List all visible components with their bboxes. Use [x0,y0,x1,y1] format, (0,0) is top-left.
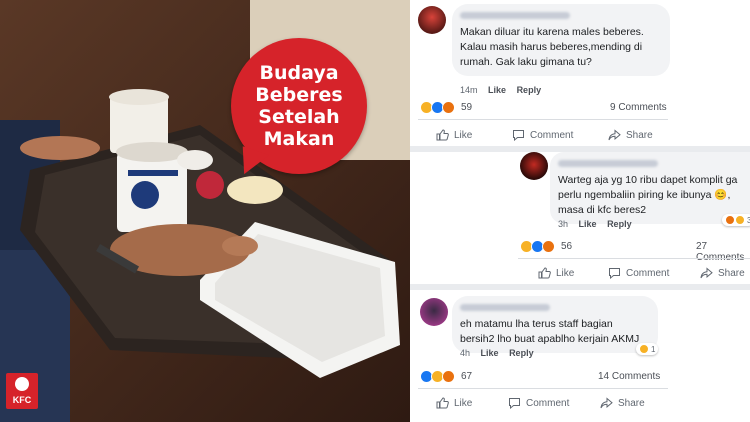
commenter-name-blurred [460,304,550,311]
title-line-1: Budaya [259,62,339,84]
like-button[interactable]: Like [538,267,608,279]
like-label: Like [454,129,473,141]
comment-card-1: Makan diluar itu karena males beberes. K… [410,0,750,148]
share-icon [608,129,621,141]
comment-card-3: eh matamu lha terus staff bagian bersih2… [410,290,750,422]
comment-bubble: Warteg aja yg 10 ribu dapet komplit ga p… [550,152,750,224]
like-label: Like [454,397,473,409]
action-bar: Like Comment Share [436,397,645,409]
avatar[interactable] [520,152,548,180]
comment-button[interactable]: Comment [608,267,700,279]
comment-time: 4h [460,348,471,358]
commenter-name-blurred [558,160,658,167]
share-label: Share [718,267,745,279]
comment-meta: 3h Like Reply [558,219,632,229]
title-line-3: Setelah [258,106,340,128]
angry-icon [725,215,735,225]
like-button[interactable]: Like [436,129,512,141]
angry-icon [442,101,455,114]
comment-meta: 14m Like Reply [460,85,541,95]
divider-line [518,258,750,259]
like-link[interactable]: Like [579,219,597,229]
avatar[interactable] [420,298,448,326]
divider-line [418,119,668,120]
comment-text: Warteg aja yg 10 ribu dapet komplit ga p… [558,174,738,216]
share-button[interactable]: Share [600,397,645,409]
commenter-name-blurred [460,12,570,19]
reply-link[interactable]: Reply [607,219,632,229]
title-line-4: Makan [263,128,335,150]
angry-icon [442,370,455,383]
share-label: Share [626,129,653,141]
comment-label: Comment [626,267,670,279]
reaction-count: 67 [461,371,473,382]
comment-icon [513,130,524,141]
avatar[interactable] [418,6,446,34]
like-label: Like [556,267,575,279]
comment-time: 14m [460,85,478,95]
comment-text: eh matamu lha terus staff bagian bersih2… [460,318,640,345]
comment-label: Comment [526,397,570,409]
action-bar: Like Comment Share [436,129,653,141]
share-button[interactable]: Share [700,267,745,279]
angry-icon [542,240,555,253]
kfc-logo-face [15,377,29,391]
reaction-summary[interactable]: 56 [520,240,572,253]
reply-link[interactable]: Reply [509,348,534,358]
comment-count[interactable]: 14 Comments [598,371,660,382]
comment-icon [609,268,620,279]
title-line-2: Beberes [255,84,343,106]
comment-button[interactable]: Comment [512,129,608,141]
like-button[interactable]: Like [436,397,508,409]
action-bar: Like Comment Share [538,267,745,279]
thumbs-up-icon [436,129,449,141]
comment-label: Comment [530,129,574,141]
like-link[interactable]: Like [481,348,499,358]
like-link[interactable]: Like [488,85,506,95]
share-icon [700,267,713,279]
reaction-badge[interactable]: 3 [722,214,750,226]
comment-count[interactable]: 9 Comments [610,102,667,113]
share-button[interactable]: Share [608,129,653,141]
comment-button[interactable]: Comment [508,397,600,409]
haha-icon [735,215,745,225]
share-icon [600,397,613,409]
comment-icon [509,398,520,409]
reaction-summary[interactable]: 59 [420,101,472,114]
comments-panel: Makan diluar itu karena males beberes. K… [410,0,750,422]
kfc-logo-text: KFC [12,395,32,405]
badge-count: 1 [651,344,656,354]
thumbs-up-icon [436,397,449,409]
reaction-count: 59 [461,102,473,113]
share-label: Share [618,397,645,409]
divider-line [418,388,668,389]
haha-icon [639,344,649,354]
comment-meta: 4h Like Reply [460,348,534,358]
meme-photo: Budaya Beberes Setelah Makan KFC [0,0,410,422]
reaction-badge[interactable]: 1 [636,343,659,355]
comment-bubble: Makan diluar itu karena males beberes. K… [452,4,670,76]
comment-card-2: Warteg aja yg 10 ribu dapet komplit ga p… [410,152,750,284]
comment-count[interactable]: 27 Comments [696,241,750,263]
meme-title: Budaya Beberes Setelah Makan [231,62,367,150]
thumbs-up-icon [538,267,551,279]
reply-link[interactable]: Reply [517,85,542,95]
comment-text: Makan diluar itu karena males beberes. K… [460,26,644,68]
comment-bubble: eh matamu lha terus staff bagian bersih2… [452,296,658,353]
reaction-summary[interactable]: 67 [420,370,472,383]
reaction-count: 56 [561,241,573,252]
comment-time: 3h [558,219,569,229]
kfc-logo: KFC [6,373,38,409]
